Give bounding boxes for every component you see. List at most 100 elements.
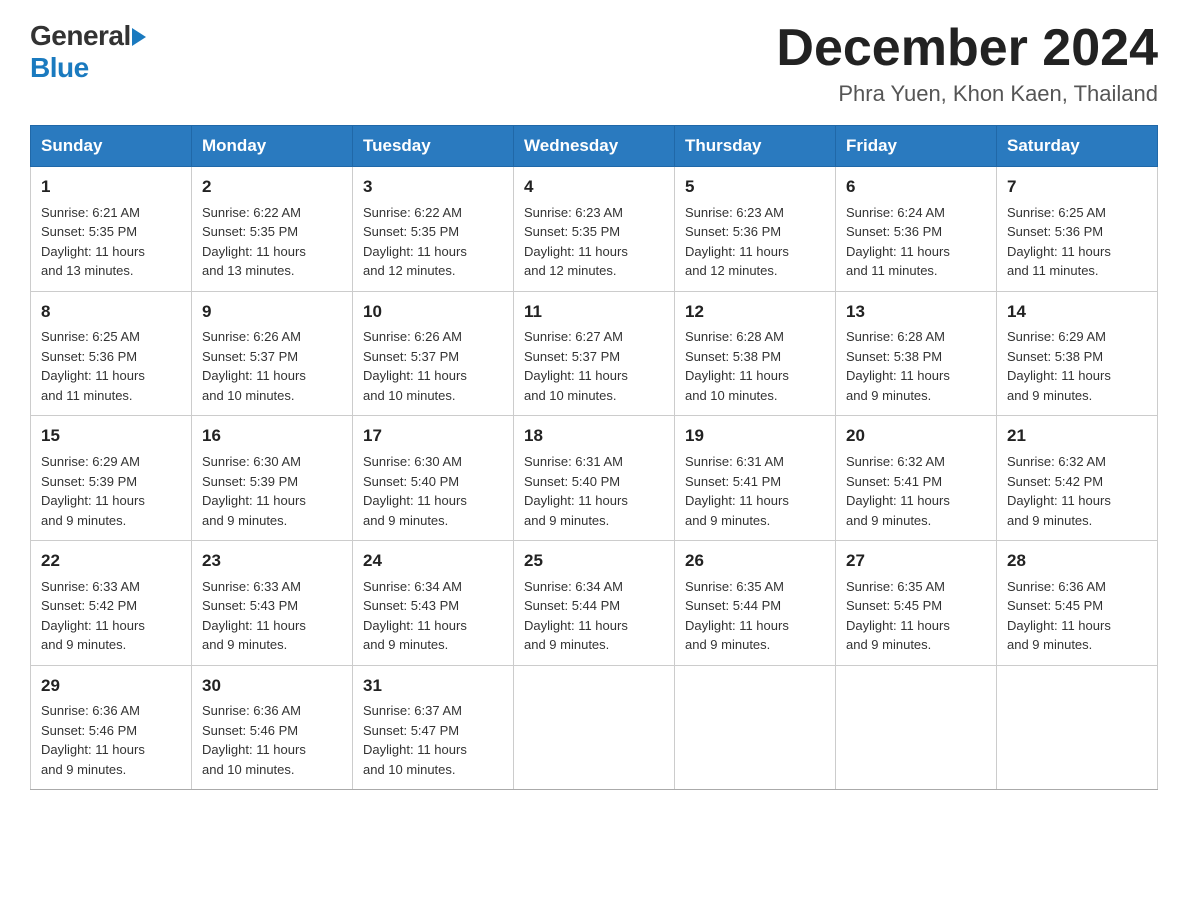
- day-number: 3: [363, 175, 503, 200]
- calendar-cell: 29Sunrise: 6:36 AMSunset: 5:46 PMDayligh…: [31, 665, 192, 790]
- day-number: 9: [202, 300, 342, 325]
- day-info: Sunrise: 6:36 AMSunset: 5:45 PMDaylight:…: [1007, 577, 1147, 655]
- day-info: Sunrise: 6:30 AMSunset: 5:39 PMDaylight:…: [202, 452, 342, 530]
- calendar-cell: 10Sunrise: 6:26 AMSunset: 5:37 PMDayligh…: [353, 291, 514, 416]
- weekday-header: Monday: [192, 126, 353, 167]
- day-info: Sunrise: 6:33 AMSunset: 5:43 PMDaylight:…: [202, 577, 342, 655]
- calendar-cell: 18Sunrise: 6:31 AMSunset: 5:40 PMDayligh…: [514, 416, 675, 541]
- day-info: Sunrise: 6:23 AMSunset: 5:36 PMDaylight:…: [685, 203, 825, 281]
- day-number: 7: [1007, 175, 1147, 200]
- day-number: 14: [1007, 300, 1147, 325]
- weekday-header: Saturday: [997, 126, 1158, 167]
- calendar-cell: [514, 665, 675, 790]
- logo-general: General: [30, 20, 131, 52]
- day-number: 5: [685, 175, 825, 200]
- calendar-cell: 22 Sunrise: 6:33 AMSunset: 5:42 PMDayligh…: [31, 541, 192, 666]
- day-info: Sunrise: 6:25 AMSunset: 5:36 PMDaylight:…: [1007, 203, 1147, 281]
- day-info: Sunrise: 6:33 AMSunset: 5:42 PMDaylight:…: [41, 577, 181, 655]
- calendar-cell: [836, 665, 997, 790]
- weekday-header: Sunday: [31, 126, 192, 167]
- calendar-cell: 8Sunrise: 6:25 AMSunset: 5:36 PMDaylight…: [31, 291, 192, 416]
- calendar-cell: 21Sunrise: 6:32 AMSunset: 5:42 PMDayligh…: [997, 416, 1158, 541]
- day-info: Sunrise: 6:31 AMSunset: 5:41 PMDaylight:…: [685, 452, 825, 530]
- calendar-table: SundayMondayTuesdayWednesdayThursdayFrid…: [30, 125, 1158, 790]
- day-number: 29: [41, 674, 181, 699]
- calendar-cell: 31Sunrise: 6:37 AMSunset: 5:47 PMDayligh…: [353, 665, 514, 790]
- calendar-cell: 15Sunrise: 6:29 AMSunset: 5:39 PMDayligh…: [31, 416, 192, 541]
- calendar-cell: [997, 665, 1158, 790]
- calendar-week-row: 8Sunrise: 6:25 AMSunset: 5:36 PMDaylight…: [31, 291, 1158, 416]
- day-info: Sunrise: 6:26 AMSunset: 5:37 PMDaylight:…: [363, 327, 503, 405]
- calendar-week-row: 1Sunrise: 6:21 AMSunset: 5:35 PMDaylight…: [31, 167, 1158, 292]
- day-info: Sunrise: 6:36 AMSunset: 5:46 PMDaylight:…: [41, 701, 181, 779]
- day-number: 27: [846, 549, 986, 574]
- title-block: December 2024 Phra Yuen, Khon Kaen, Thai…: [776, 20, 1158, 107]
- day-info: Sunrise: 6:27 AMSunset: 5:37 PMDaylight:…: [524, 327, 664, 405]
- calendar-cell: 4 Sunrise: 6:23 AMSunset: 5:35 PMDaylight…: [514, 167, 675, 292]
- day-number: 30: [202, 674, 342, 699]
- day-info: Sunrise: 6:34 AMSunset: 5:43 PMDaylight:…: [363, 577, 503, 655]
- day-number: 13: [846, 300, 986, 325]
- logo-arrow-icon: [132, 28, 146, 46]
- calendar-cell: 9Sunrise: 6:26 AMSunset: 5:37 PMDaylight…: [192, 291, 353, 416]
- calendar-cell: 2 Sunrise: 6:22 AMSunset: 5:35 PMDaylight…: [192, 167, 353, 292]
- location: Phra Yuen, Khon Kaen, Thailand: [776, 81, 1158, 107]
- day-info: Sunrise: 6:37 AMSunset: 5:47 PMDaylight:…: [363, 701, 503, 779]
- calendar-cell: 7 Sunrise: 6:25 AMSunset: 5:36 PMDaylight…: [997, 167, 1158, 292]
- day-info: Sunrise: 6:29 AMSunset: 5:39 PMDaylight:…: [41, 452, 181, 530]
- calendar-cell: [675, 665, 836, 790]
- calendar-cell: 23Sunrise: 6:33 AMSunset: 5:43 PMDayligh…: [192, 541, 353, 666]
- day-number: 6: [846, 175, 986, 200]
- calendar-cell: 13Sunrise: 6:28 AMSunset: 5:38 PMDayligh…: [836, 291, 997, 416]
- month-title: December 2024: [776, 20, 1158, 77]
- calendar-cell: 11Sunrise: 6:27 AMSunset: 5:37 PMDayligh…: [514, 291, 675, 416]
- day-info: Sunrise: 6:35 AMSunset: 5:45 PMDaylight:…: [846, 577, 986, 655]
- calendar-cell: 27 Sunrise: 6:35 AMSunset: 5:45 PMDayligh…: [836, 541, 997, 666]
- weekday-header: Wednesday: [514, 126, 675, 167]
- day-info: Sunrise: 6:30 AMSunset: 5:40 PMDaylight:…: [363, 452, 503, 530]
- calendar-cell: 1Sunrise: 6:21 AMSunset: 5:35 PMDaylight…: [31, 167, 192, 292]
- day-info: Sunrise: 6:36 AMSunset: 5:46 PMDaylight:…: [202, 701, 342, 779]
- calendar-cell: 28 Sunrise: 6:36 AMSunset: 5:45 PMDayligh…: [997, 541, 1158, 666]
- day-number: 25: [524, 549, 664, 574]
- calendar-cell: 17 Sunrise: 6:30 AMSunset: 5:40 PMDayligh…: [353, 416, 514, 541]
- day-number: 22: [41, 549, 181, 574]
- day-info: Sunrise: 6:22 AMSunset: 5:35 PMDaylight:…: [202, 203, 342, 281]
- calendar-cell: 16Sunrise: 6:30 AMSunset: 5:39 PMDayligh…: [192, 416, 353, 541]
- day-number: 18: [524, 424, 664, 449]
- day-number: 28: [1007, 549, 1147, 574]
- day-number: 31: [363, 674, 503, 699]
- weekday-header: Tuesday: [353, 126, 514, 167]
- calendar-cell: 14Sunrise: 6:29 AMSunset: 5:38 PMDayligh…: [997, 291, 1158, 416]
- calendar-cell: 6 Sunrise: 6:24 AMSunset: 5:36 PMDaylight…: [836, 167, 997, 292]
- calendar-cell: 26 Sunrise: 6:35 AMSunset: 5:44 PMDayligh…: [675, 541, 836, 666]
- day-info: Sunrise: 6:22 AMSunset: 5:35 PMDaylight:…: [363, 203, 503, 281]
- day-number: 26: [685, 549, 825, 574]
- logo-blue: Blue: [30, 52, 89, 83]
- day-info: Sunrise: 6:29 AMSunset: 5:38 PMDaylight:…: [1007, 327, 1147, 405]
- calendar-cell: 19 Sunrise: 6:31 AMSunset: 5:41 PMDayligh…: [675, 416, 836, 541]
- day-number: 19: [685, 424, 825, 449]
- calendar-cell: 24 Sunrise: 6:34 AMSunset: 5:43 PMDayligh…: [353, 541, 514, 666]
- day-info: Sunrise: 6:32 AMSunset: 5:42 PMDaylight:…: [1007, 452, 1147, 530]
- day-number: 17: [363, 424, 503, 449]
- day-number: 8: [41, 300, 181, 325]
- day-info: Sunrise: 6:35 AMSunset: 5:44 PMDaylight:…: [685, 577, 825, 655]
- day-number: 24: [363, 549, 503, 574]
- calendar-week-row: 22 Sunrise: 6:33 AMSunset: 5:42 PMDayligh…: [31, 541, 1158, 666]
- day-info: Sunrise: 6:25 AMSunset: 5:36 PMDaylight:…: [41, 327, 181, 405]
- calendar-cell: 25Sunrise: 6:34 AMSunset: 5:44 PMDayligh…: [514, 541, 675, 666]
- day-info: Sunrise: 6:28 AMSunset: 5:38 PMDaylight:…: [685, 327, 825, 405]
- weekday-header: Friday: [836, 126, 997, 167]
- day-info: Sunrise: 6:28 AMSunset: 5:38 PMDaylight:…: [846, 327, 986, 405]
- day-number: 12: [685, 300, 825, 325]
- page-header: General Blue December 2024 Phra Yuen, Kh…: [30, 20, 1158, 107]
- calendar-cell: 20Sunrise: 6:32 AMSunset: 5:41 PMDayligh…: [836, 416, 997, 541]
- day-number: 2: [202, 175, 342, 200]
- day-number: 4: [524, 175, 664, 200]
- weekday-header: Thursday: [675, 126, 836, 167]
- day-number: 20: [846, 424, 986, 449]
- day-info: Sunrise: 6:23 AMSunset: 5:35 PMDaylight:…: [524, 203, 664, 281]
- calendar-week-row: 29Sunrise: 6:36 AMSunset: 5:46 PMDayligh…: [31, 665, 1158, 790]
- day-info: Sunrise: 6:24 AMSunset: 5:36 PMDaylight:…: [846, 203, 986, 281]
